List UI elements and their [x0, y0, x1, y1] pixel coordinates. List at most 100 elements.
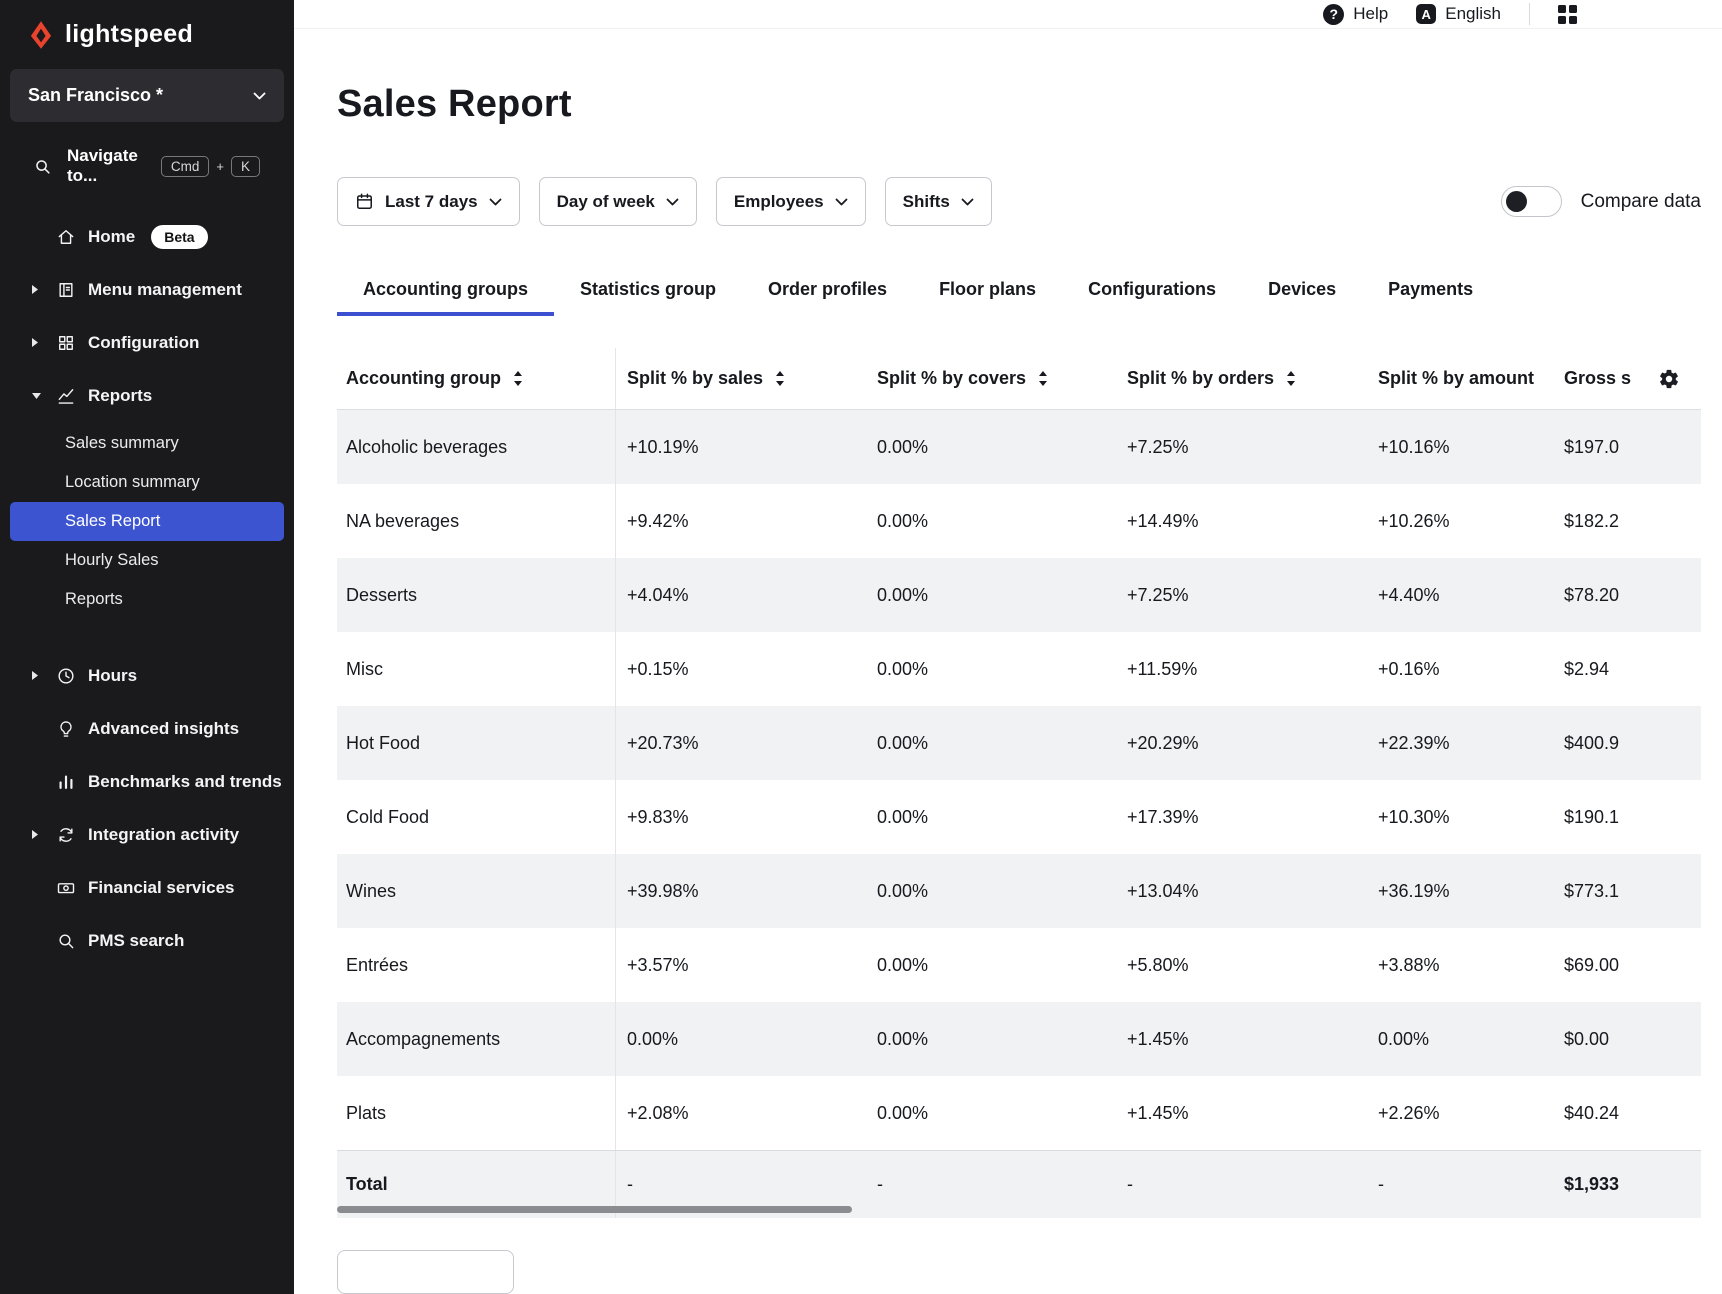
value-cell: $78.20: [1553, 558, 1637, 632]
tab-order-profiles[interactable]: Order profiles: [742, 266, 913, 316]
apps-grid-icon[interactable]: [1558, 5, 1577, 24]
filter-button-day-of-week[interactable]: Day of week: [539, 177, 697, 226]
value-cell: +10.30%: [1367, 780, 1553, 854]
value-cell: 0.00%: [616, 1002, 866, 1076]
row-filler-cell: [1637, 1151, 1701, 1218]
row-filler-cell: [1637, 706, 1701, 780]
sidebar-item-advanced-insights[interactable]: Advanced insights: [10, 702, 284, 755]
value-cell: $40.24: [1553, 1076, 1637, 1150]
value-cell: 0.00%: [866, 632, 1116, 706]
column-label: Split % by covers: [877, 368, 1026, 389]
sidebar-subitem-reports[interactable]: Reports: [10, 580, 284, 619]
value-cell: $400.9: [1553, 706, 1637, 780]
value-cell: +3.88%: [1367, 928, 1553, 1002]
column-label: Gross s: [1564, 368, 1631, 389]
sidebar-subitem-sales-summary[interactable]: Sales summary: [10, 424, 284, 463]
tab-configurations[interactable]: Configurations: [1062, 266, 1242, 316]
sidebar-item-financial-services[interactable]: Financial services: [10, 861, 284, 914]
sort-icon[interactable]: [1286, 371, 1296, 386]
column-header-split-by-covers[interactable]: Split % by covers: [866, 348, 1116, 409]
compare-data-toggle[interactable]: [1501, 186, 1562, 217]
search-icon: [33, 157, 52, 176]
chevron-right-icon: [31, 829, 55, 840]
sidebar-item-label: Financial services: [88, 878, 234, 898]
column-header-gross-s: Gross s: [1553, 348, 1637, 409]
sidebar-item-home[interactable]: Home Beta: [10, 210, 284, 263]
menu-book-icon: [55, 280, 77, 300]
table-row: Desserts+4.04%0.00%+7.25%+4.40%$78.20: [337, 558, 1701, 632]
value-cell: $2.94: [1553, 632, 1637, 706]
filter-button-last-7-days[interactable]: Last 7 days: [337, 177, 520, 226]
row-filler-cell: [1637, 1002, 1701, 1076]
sidebar-subitem-location-summary[interactable]: Location summary: [10, 463, 284, 502]
row-filler-cell: [1637, 410, 1701, 484]
value-cell: 0.00%: [866, 1076, 1116, 1150]
sort-icon[interactable]: [1038, 371, 1048, 386]
tab-accounting-groups[interactable]: Accounting groups: [337, 266, 554, 316]
tab-payments[interactable]: Payments: [1362, 266, 1499, 316]
home-icon: [55, 227, 77, 247]
chevron-down-icon: [835, 198, 848, 206]
filter-button-employees[interactable]: Employees: [716, 177, 866, 226]
sort-icon[interactable]: [513, 371, 523, 386]
horizontal-scrollbar[interactable]: [337, 1206, 852, 1213]
column-header-split-by-orders[interactable]: Split % by orders: [1116, 348, 1367, 409]
accounting-group-cell: Cold Food: [337, 780, 616, 854]
navigate-search[interactable]: Navigate to... Cmd + K: [0, 122, 294, 202]
help-button[interactable]: ? Help: [1323, 4, 1388, 25]
sidebar-item-label: Home: [88, 227, 135, 247]
column-header-split-by-sales[interactable]: Split % by sales: [616, 348, 866, 409]
accounting-group-cell: Plats: [337, 1076, 616, 1150]
value-cell: +9.83%: [616, 780, 866, 854]
sidebar-item-configuration[interactable]: Configuration: [10, 316, 284, 369]
sidebar-subitem-sales-report[interactable]: Sales Report: [10, 502, 284, 541]
calendar-icon: [355, 192, 374, 211]
accounting-group-cell: Desserts: [337, 558, 616, 632]
value-cell: $190.1: [1553, 780, 1637, 854]
table-row: Misc+0.15%0.00%+11.59%+0.16%$2.94: [337, 632, 1701, 706]
keyboard-shortcut: Cmd + K: [161, 156, 260, 177]
sidebar-item-pms-search[interactable]: PMS search: [10, 914, 284, 967]
sidebar-item-integration-activity[interactable]: Integration activity: [10, 808, 284, 861]
table-row: Hot Food+20.73%0.00%+20.29%+22.39%$400.9: [337, 706, 1701, 780]
report-table: Accounting group Split % by sales Split % …: [337, 348, 1701, 1218]
filter-label: Shifts: [903, 192, 950, 212]
value-cell: $0.00: [1553, 1002, 1637, 1076]
value-cell: 0.00%: [866, 706, 1116, 780]
sidebar-item-label: Configuration: [88, 333, 199, 353]
location-selector[interactable]: San Francisco *: [10, 69, 284, 122]
accounting-group-cell: Alcoholic beverages: [337, 410, 616, 484]
sidebar-nav: Home Beta Menu management Conf: [0, 202, 294, 967]
sidebar-item-reports[interactable]: Reports: [10, 369, 284, 422]
gear-icon: [1658, 368, 1680, 390]
toggle-knob: [1506, 191, 1527, 212]
value-cell: 0.00%: [866, 484, 1116, 558]
value-cell: 0.00%: [866, 410, 1116, 484]
sidebar-item-label: Menu management: [88, 280, 242, 300]
kbd-k: K: [231, 156, 260, 177]
tab-devices[interactable]: Devices: [1242, 266, 1362, 316]
column-label: Split % by sales: [627, 368, 763, 389]
sidebar-item-hours[interactable]: Hours: [10, 649, 284, 702]
sidebar-item-label: Benchmarks and trends: [88, 772, 282, 792]
tab-floor-plans[interactable]: Floor plans: [913, 266, 1062, 316]
column-settings-button[interactable]: [1637, 348, 1701, 409]
sidebar: lightspeed San Francisco * Navigate to..…: [0, 0, 294, 1294]
kbd-plus: +: [216, 159, 224, 174]
accounting-group-cell: Misc: [337, 632, 616, 706]
sync-icon: [55, 825, 77, 845]
column-label: Split % by amount: [1378, 368, 1534, 389]
value-cell: 0.00%: [866, 558, 1116, 632]
column-header-accounting-group[interactable]: Accounting group: [337, 348, 616, 409]
tab-statistics-group[interactable]: Statistics group: [554, 266, 742, 316]
accounting-group-cell: Hot Food: [337, 706, 616, 780]
language-button[interactable]: A English: [1416, 4, 1501, 24]
filter-button-shifts[interactable]: Shifts: [885, 177, 992, 226]
pagination-control-partial[interactable]: [337, 1250, 514, 1294]
sidebar-item-benchmarks-and-trends[interactable]: Benchmarks and trends: [10, 755, 284, 808]
sort-icon[interactable]: [775, 371, 785, 386]
search-icon: [55, 931, 77, 951]
sidebar-subitem-hourly-sales[interactable]: Hourly Sales: [10, 541, 284, 580]
filter-label: Day of week: [557, 192, 655, 212]
sidebar-item-menu-management[interactable]: Menu management: [10, 263, 284, 316]
